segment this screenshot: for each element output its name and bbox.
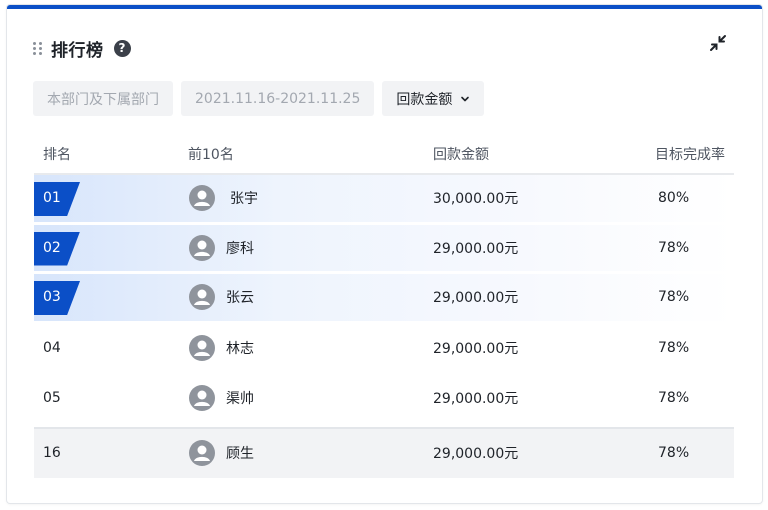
current-user-row[interactable]: 16 顾生 29,000.00元 78% bbox=[34, 426, 734, 478]
avatar-icon bbox=[189, 284, 215, 311]
rank-badge: 01 bbox=[34, 182, 80, 216]
table-row[interactable]: 02 廖科 29,000.00元 78% bbox=[34, 224, 734, 274]
amount-cell: 29,000.00元 bbox=[433, 390, 519, 407]
leaderboard-table: 排名 前10名 回款金额 目标完成率 01 张宇 30,000.00元 80% … bbox=[34, 135, 734, 478]
rank-number: 04 bbox=[43, 340, 61, 357]
amount-cell: 29,000.00元 bbox=[433, 341, 519, 358]
person-name: 渠帅 bbox=[226, 390, 254, 407]
rank-number: 16 bbox=[43, 445, 61, 461]
column-header-rank: 排名 bbox=[43, 147, 71, 163]
table-row[interactable]: 05 渠帅 29,000.00元 78% bbox=[34, 373, 734, 423]
avatar-icon bbox=[189, 384, 215, 411]
metric-select-label: 回款金额 bbox=[396, 91, 453, 108]
rate-cell: 78% bbox=[658, 239, 690, 256]
amount-cell: 29,000.00元 bbox=[433, 446, 519, 462]
department-filter[interactable]: 本部门及下属部门 bbox=[33, 81, 173, 116]
table-row[interactable]: 04 林志 29,000.00元 78% bbox=[34, 324, 734, 374]
table-row[interactable]: 03 张云 29,000.00元 78% bbox=[34, 274, 734, 324]
amount-cell: 30,000.00元 bbox=[433, 191, 519, 208]
filter-bar: 本部门及下属部门 2021.11.16-2021.11.25 回款金额 bbox=[33, 81, 485, 116]
rate-cell: 80% bbox=[658, 190, 690, 207]
avatar-icon bbox=[189, 335, 215, 362]
column-header-rate: 目标完成率 bbox=[655, 147, 725, 163]
collapse-arrows-icon[interactable] bbox=[708, 33, 728, 53]
avatar-icon bbox=[189, 234, 215, 261]
card-accent-bar bbox=[7, 5, 762, 9]
table-row[interactable]: 01 张宇 30,000.00元 80% bbox=[34, 175, 734, 225]
avatar-icon bbox=[189, 440, 215, 466]
rate-cell: 78% bbox=[658, 289, 690, 306]
person-name: 张宇 bbox=[230, 191, 258, 208]
rank-number: 05 bbox=[43, 389, 61, 406]
table-header: 排名 前10名 回款金额 目标完成率 bbox=[34, 135, 734, 175]
date-range-filter[interactable]: 2021.11.16-2021.11.25 bbox=[181, 81, 375, 116]
chevron-down-icon bbox=[461, 96, 470, 101]
column-header-top10: 前10名 bbox=[188, 147, 234, 163]
rate-cell: 78% bbox=[658, 340, 690, 357]
column-header-amount: 回款金额 bbox=[433, 147, 489, 163]
rate-cell: 78% bbox=[658, 445, 690, 461]
leaderboard-card: 排行榜 ? 本部门及下属部门 2021.11.16-2021.11.25 回款金… bbox=[7, 5, 762, 503]
metric-select[interactable]: 回款金额 bbox=[382, 81, 485, 116]
person-name: 廖科 bbox=[226, 240, 254, 257]
card-title: 排行榜 bbox=[51, 40, 104, 61]
rate-cell: 78% bbox=[658, 389, 690, 406]
avatar-icon bbox=[189, 185, 215, 212]
amount-cell: 29,000.00元 bbox=[433, 290, 519, 307]
rank-badge: 03 bbox=[34, 281, 80, 315]
card-header: 排行榜 ? bbox=[33, 35, 131, 61]
person-name: 张云 bbox=[226, 290, 254, 307]
person-name: 顾生 bbox=[226, 446, 254, 462]
amount-cell: 29,000.00元 bbox=[433, 240, 519, 257]
drag-handle-icon[interactable] bbox=[33, 41, 43, 55]
date-range-label: 2021.11.16-2021.11.25 bbox=[195, 90, 361, 107]
question-circle-icon[interactable]: ? bbox=[113, 39, 131, 57]
department-filter-label: 本部门及下属部门 bbox=[47, 91, 159, 108]
person-name: 林志 bbox=[226, 341, 254, 358]
rank-badge: 02 bbox=[34, 231, 80, 266]
